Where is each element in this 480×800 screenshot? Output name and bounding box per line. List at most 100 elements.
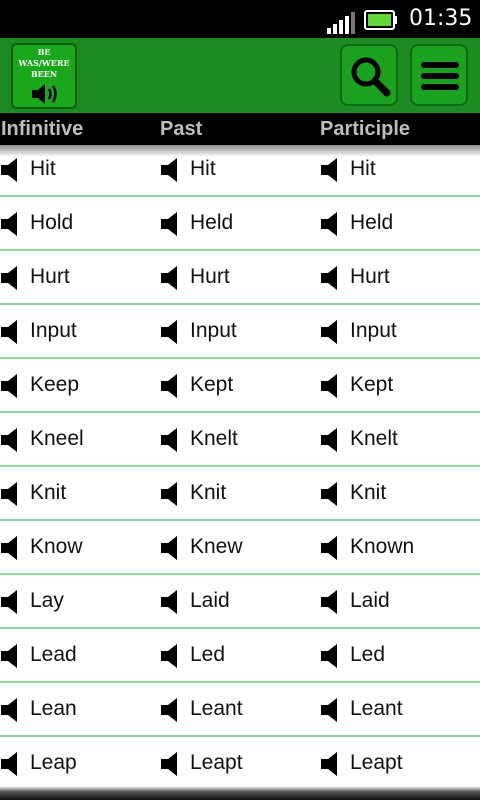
status-bar: 01:35 <box>0 0 480 38</box>
infinitive-word: Know <box>30 535 83 558</box>
column-header-bar: Infinitive Past Participle <box>0 113 480 145</box>
infinitive-word: Leap <box>30 751 77 774</box>
participle-word: Hurt <box>350 265 390 288</box>
speaker-icon <box>321 536 337 560</box>
table-row: Knit Knit Knit <box>0 467 480 521</box>
speaker-icon <box>1 212 17 236</box>
speaker-icon <box>321 752 337 776</box>
infinitive-word: Hold <box>30 211 74 234</box>
logo-line-2: WAS/WERE <box>18 58 70 68</box>
infinitive-word: Lean <box>30 697 77 720</box>
table-row: Leap Leapt Leapt <box>0 737 480 791</box>
infinitive-word: Lay <box>30 589 64 612</box>
past-word: Held <box>190 211 234 234</box>
speaker-icon <box>1 752 17 776</box>
speaker-icon <box>321 644 337 668</box>
speaker-icon <box>161 374 177 398</box>
logo-line-1: BE <box>37 47 51 57</box>
speaker-icon <box>161 320 177 344</box>
infinitive-word: Kneel <box>30 427 84 450</box>
speaker-icon <box>161 266 177 290</box>
column-header-infinitive: Infinitive <box>1 118 84 140</box>
infinitive-word: Hit <box>30 157 56 180</box>
past-word: Leant <box>190 697 243 720</box>
participle-word: Held <box>350 211 394 234</box>
column-header-participle: Participle <box>320 118 411 140</box>
past-word: Knit <box>190 481 227 504</box>
speaker-icon <box>1 266 17 290</box>
table-row: Know Knew Known <box>0 521 480 575</box>
speaker-icon <box>321 374 337 398</box>
speaker-icon <box>1 374 17 398</box>
speaker-icon <box>161 482 177 506</box>
logo-line-3: BEEN <box>30 69 58 79</box>
participle-word: Leant <box>350 697 403 720</box>
table-row: Kneel Knelt Knelt <box>0 413 480 467</box>
app-logo-button[interactable]: BE WAS/WERE BEEN <box>11 43 77 109</box>
speaker-icon <box>161 752 177 776</box>
participle-word: Knelt <box>350 427 398 450</box>
speaker-icon <box>161 212 177 236</box>
speaker-icon <box>1 158 17 182</box>
signal-bars-icon <box>327 12 355 34</box>
table-row: Keep Kept Kept <box>0 359 480 413</box>
speaker-icon <box>321 428 337 452</box>
past-word: Hurt <box>190 265 230 288</box>
infinitive-word: Knit <box>30 481 67 504</box>
speaker-icon <box>32 84 57 104</box>
speaker-icon <box>321 698 337 722</box>
table-row: Lean Leant Leant <box>0 683 480 737</box>
table-row: Hurt Hurt Hurt <box>0 251 480 305</box>
table-row: Lead Led Led <box>0 629 480 683</box>
participle-word: Led <box>350 643 386 666</box>
past-word: Knew <box>190 535 243 558</box>
speaker-icon <box>1 644 17 668</box>
speaker-icon <box>1 590 17 614</box>
battery-icon <box>364 10 397 30</box>
speaker-icon <box>1 536 17 560</box>
speaker-icon <box>161 644 177 668</box>
search-button[interactable] <box>340 44 398 106</box>
bottom-edge <box>0 786 480 800</box>
past-word: Hit <box>190 157 216 180</box>
past-word: Kept <box>190 373 234 396</box>
speaker-icon <box>321 266 337 290</box>
speaker-icon <box>161 428 177 452</box>
speaker-icon <box>161 698 177 722</box>
participle-word: Known <box>350 535 415 558</box>
header-shadow <box>0 145 480 157</box>
menu-button[interactable] <box>410 44 468 106</box>
table-row: Hold Held Held <box>0 197 480 251</box>
speaker-icon <box>321 212 337 236</box>
participle-word: Input <box>350 319 397 342</box>
participle-word: Knit <box>350 481 387 504</box>
speaker-icon <box>321 158 337 182</box>
past-word: Knelt <box>190 427 238 450</box>
speaker-icon <box>321 320 337 344</box>
column-header-past: Past <box>160 118 203 140</box>
menu-icon <box>421 62 459 90</box>
participle-word: Laid <box>350 589 390 612</box>
past-word: Input <box>190 319 237 342</box>
table-row: Input Input Input <box>0 305 480 359</box>
infinitive-word: Lead <box>30 643 77 666</box>
speaker-icon <box>161 158 177 182</box>
speaker-icon <box>1 320 17 344</box>
verb-list: Hit Hit Hit Hold Held Held Hurt Hurt Hurt Input In… <box>0 143 480 791</box>
past-word: Leapt <box>190 751 243 774</box>
search-icon <box>351 57 391 97</box>
past-word: Laid <box>190 589 230 612</box>
participle-word: Hit <box>350 157 376 180</box>
infinitive-word: Keep <box>30 373 80 396</box>
speaker-icon <box>1 428 17 452</box>
table-row: Lay Laid Laid <box>0 575 480 629</box>
speaker-icon <box>1 482 17 506</box>
speaker-icon <box>321 590 337 614</box>
status-time: 01:35 <box>409 6 473 31</box>
speaker-icon <box>161 590 177 614</box>
infinitive-word: Hurt <box>30 265 70 288</box>
speaker-icon <box>1 698 17 722</box>
speaker-icon <box>161 536 177 560</box>
participle-word: Leapt <box>350 751 403 774</box>
past-word: Led <box>190 643 226 666</box>
